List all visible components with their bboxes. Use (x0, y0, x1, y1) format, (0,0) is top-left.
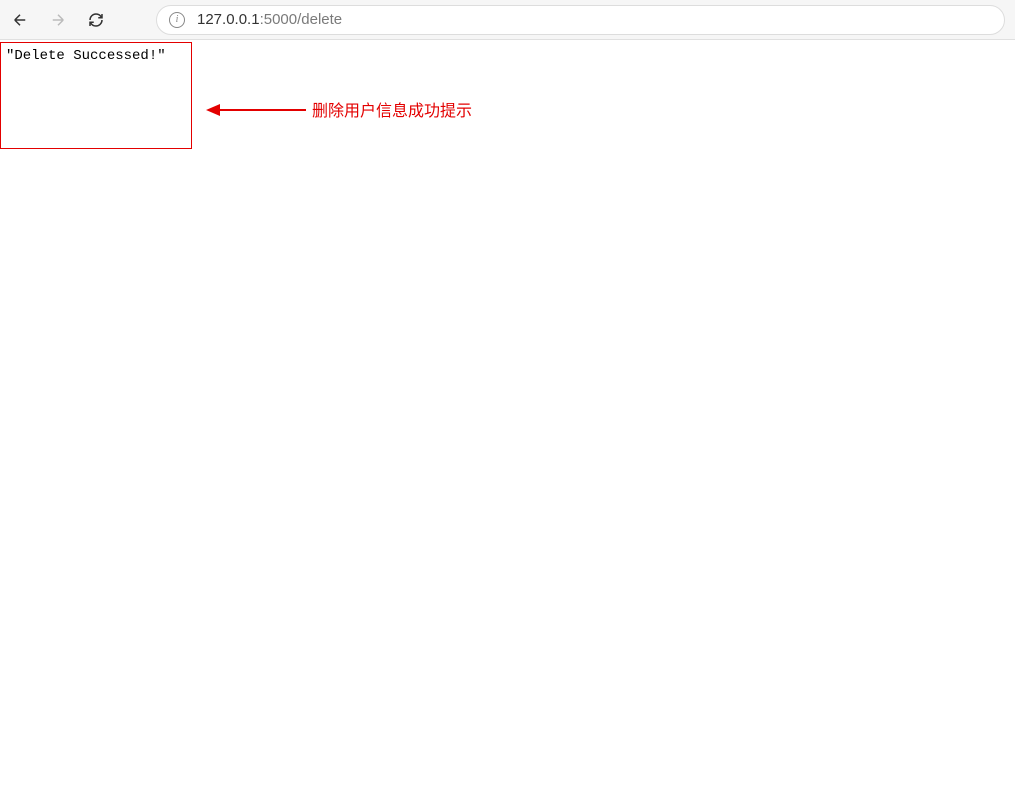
annotation-label: 删除用户信息成功提示 (312, 97, 472, 121)
url-port-path: :5000/delete (260, 11, 343, 28)
arrow-left-icon (206, 103, 306, 117)
nav-buttons (10, 10, 106, 30)
url-host: 127.0.0.1 (197, 11, 260, 28)
info-icon[interactable]: i (169, 12, 185, 28)
back-button[interactable] (10, 10, 30, 30)
arrow-right-icon (49, 11, 67, 29)
response-message: "Delete Successed!" (6, 48, 166, 64)
reload-icon (87, 11, 105, 29)
reload-button[interactable] (86, 10, 106, 30)
address-bar[interactable]: i 127.0.0.1:5000/delete (156, 5, 1005, 35)
arrow-left-icon (11, 11, 29, 29)
forward-button[interactable] (48, 10, 68, 30)
page-content: "Delete Successed!" (0, 40, 1015, 72)
url-text: 127.0.0.1:5000/delete (197, 11, 342, 28)
annotation-arrow (206, 103, 306, 122)
browser-toolbar: i 127.0.0.1:5000/delete (0, 0, 1015, 40)
